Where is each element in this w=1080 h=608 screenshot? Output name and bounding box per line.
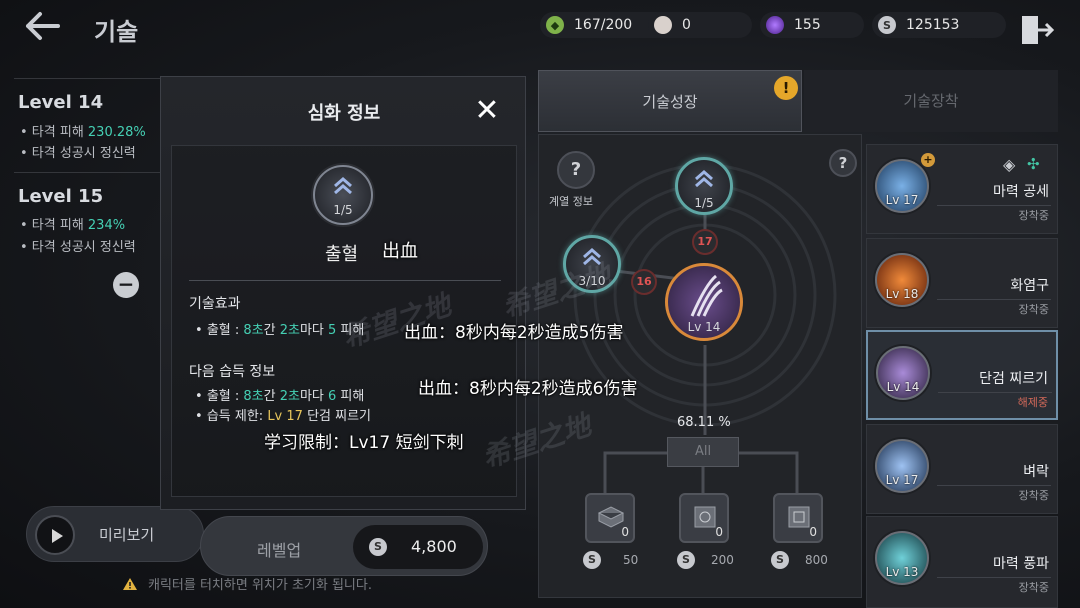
resource-purple: 155 [760,12,864,38]
effect-title: 기술효과 [189,296,241,312]
mana-wave-skill-icon: Lv 13 [875,531,929,585]
overlay-next-1: 出血：8秒内每2秒造成6伤害 [418,379,638,399]
green-gem-icon: ◆ [546,16,564,34]
exit-door-icon[interactable] [1018,10,1058,50]
tab-skill-growth[interactable]: 기술성장 [538,70,802,132]
help-icon[interactable]: ? [829,149,857,177]
magic-assault-skill-icon: Lv 17 [875,159,929,213]
sparkle-icon: ✣ [1027,155,1040,173]
series-info-button[interactable]: ? [557,151,595,189]
silver-coin-icon: S [369,538,387,556]
warning-icon [122,576,138,590]
rune-diamond-icon: ◈ [1003,155,1016,174]
dagger-thrust-skill-icon: Lv 14 [876,346,930,400]
next-info-title: 다음 습득 정보 [189,364,276,380]
plus-badge-icon: + [921,153,935,167]
level-15-line-2: • 타격 성공시 정신력 [20,240,136,255]
material-slot-3[interactable]: 0 [773,493,823,543]
tab-skill-equip[interactable]: 기술장착 [804,70,1058,132]
all-button[interactable]: All [667,437,739,467]
silver-coin-icon: S [771,551,789,569]
purple-orb-icon [766,16,784,34]
divider [937,485,1051,486]
next-bullet-1: • 출혈 : 8초간 2초마다 6 피해 [195,389,365,404]
progress-percent: 68.11 % [677,415,731,430]
silver-coin-icon: S [677,551,695,569]
preview-button[interactable]: 미리보기 [26,506,204,562]
slot-1-cost: 50 [623,553,639,567]
level-15-line-1: • 타격 피해 234% [20,218,126,233]
material-slot-1[interactable]: 0 [585,493,635,543]
silver-coin-icon: S [583,551,601,569]
skill-list-item[interactable]: Lv 17 + ◈ ✣ 마력 공세 장착중 [866,144,1058,234]
lightning-skill-icon: Lv 17 [875,439,929,493]
play-icon [35,515,75,555]
level-14-heading: Level 14 [18,92,104,113]
pearl-icon [654,16,672,34]
level-14-line-2: • 타격 성공시 정신력 [20,146,136,161]
skill-list-item[interactable]: Lv 18 화염구 장착중 [866,238,1058,328]
warning-text: 캐릭터를 터치하면 위치가 초기화 됩니다. [148,578,372,593]
skill-list-item[interactable]: Lv 17 벼락 장착중 [866,424,1058,514]
tab-bar: 기술성장 ! 기술장착 [538,70,1058,132]
level-15-heading: Level 15 [18,186,104,207]
material-slot-2[interactable]: 0 [679,493,729,543]
level-up-button[interactable]: 레벨업 S 4,800 [200,516,488,576]
divider [937,577,1051,578]
level-14-line-1: • 타격 피해 230.28% [20,125,146,140]
main-skill-node[interactable]: Lv 14 [665,263,743,341]
requirement-badge-top: 17 [692,229,718,255]
requirement-badge-left: 16 [631,269,657,295]
overlay-next-2: 学习限制：Lv17 短剑下刺 [264,433,464,453]
slot-3-cost: 800 [805,553,828,567]
modal-skill-name: 출혈 [325,244,359,265]
skill-list-item[interactable]: Lv 13 마력 풍파 장착중 [866,516,1058,608]
tree-node-top[interactable]: 1/5 [675,157,733,215]
divider [937,299,1051,300]
divider [189,280,501,281]
collapse-minus-button[interactable]: − [113,272,139,298]
slot-2-cost: 200 [711,553,734,567]
series-info-label: 계열 정보 [549,195,593,208]
silver-coin-icon: S [878,16,896,34]
divider [938,392,1052,393]
page-title: 기술 [94,18,139,46]
resource-silver: S 125153 [872,12,1006,38]
overlay-skill-name: 出血 [382,241,418,262]
divider [937,205,1051,206]
next-bullet-2: • 습득 제한: Lv 17 단검 찌르기 [195,409,372,424]
level-up-cost: S 4,800 [353,525,483,569]
close-icon[interactable]: ✕ [471,95,503,127]
dagger-slash-icon [690,274,723,317]
chevron-up-icon [334,177,352,195]
chevron-up-icon [695,170,713,188]
skill-tree-panel: ? ? 계열 정보 1/5 17 3/10 16 Lv 14 68.11 % A… [538,134,862,598]
skill-list-item-selected[interactable]: Lv 14 단검 찌르기 해제중 [866,330,1058,420]
back-arrow-icon[interactable] [22,10,62,42]
alert-exclamation-icon: ! [774,76,798,100]
fireball-skill-icon: Lv 18 [875,253,929,307]
resource-pearl: 0 [648,12,752,38]
mastery-skill-icon: 1/5 [313,165,373,225]
